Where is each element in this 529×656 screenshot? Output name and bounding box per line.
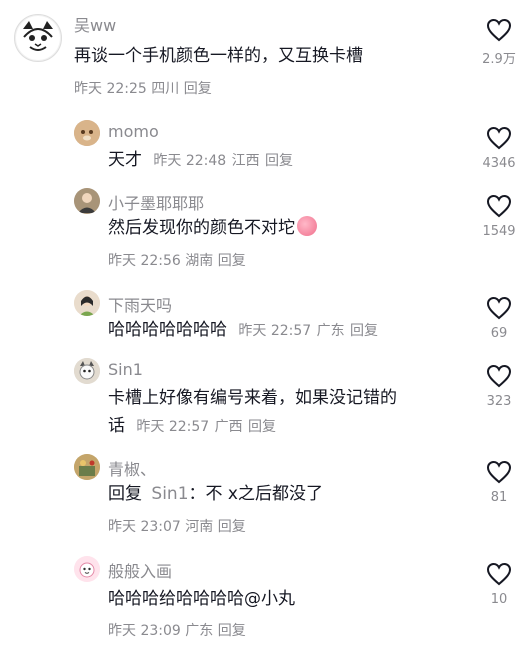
- heart-icon: [486, 126, 512, 150]
- comment-meta: 昨天 22:25 四川 回复: [74, 78, 212, 98]
- comment-location: 江西: [231, 153, 260, 169]
- comment-username[interactable]: 青椒、: [108, 456, 156, 480]
- cartoon-avatar-icon: [74, 556, 100, 582]
- comment-location: 广东: [316, 323, 345, 339]
- comment-meta: 昨天 22:56 湖南 回复: [108, 250, 246, 270]
- comment-text-line: 然后发现你的颜色不对坨: [108, 213, 317, 243]
- comment-username[interactable]: Sin1: [108, 360, 143, 379]
- reply-button[interactable]: 回复: [248, 419, 276, 435]
- like-button[interactable]: 4346: [469, 126, 529, 171]
- girl-avatar-icon: [74, 290, 100, 316]
- comment-text-line: 话 昨天 22:57 广西 回复: [108, 411, 276, 442]
- comment-text: 然后发现你的颜色不对坨: [108, 218, 295, 238]
- reply-target-username[interactable]: Sin1: [151, 484, 188, 504]
- comment-text: 话: [108, 416, 125, 436]
- heart-icon: [486, 18, 512, 42]
- reply-item: 下雨天吗 哈哈哈哈哈哈哈 昨天 22:57 广东 回复 69: [0, 284, 529, 352]
- comment-time: 昨天 23:09: [108, 623, 181, 639]
- avatar[interactable]: [74, 454, 100, 480]
- reply-button[interactable]: 回复: [218, 253, 246, 269]
- comment-text-line: 天才 昨天 22:48 江西 回复: [108, 145, 293, 176]
- comment-meta: 昨天 23:07 河南 回复: [108, 516, 246, 536]
- comment-location: 广东: [185, 623, 214, 639]
- reply-prefix: 回复: [108, 484, 142, 504]
- photo-avatar-icon: [74, 454, 100, 480]
- reply-item: 小子墨耶耶耶 然后发现你的颜色不对坨 昨天 22:56 湖南 回复 1549: [0, 178, 529, 284]
- comment-username[interactable]: 下雨天吗: [108, 292, 172, 316]
- comment-username[interactable]: 小子墨耶耶耶: [108, 190, 204, 214]
- comment-text: 再谈一个手机颜色一样的，又互换卡槽: [74, 46, 363, 66]
- avatar[interactable]: [74, 358, 100, 384]
- like-count: 2.9万: [482, 52, 516, 67]
- heart-icon: [486, 194, 512, 218]
- person-avatar-icon: [74, 188, 100, 214]
- like-count: 10: [490, 592, 508, 607]
- cat-avatar-icon: [74, 120, 100, 146]
- like-button[interactable]: 2.9万: [469, 18, 529, 67]
- like-count: 81: [490, 490, 508, 505]
- comment-text-line: 哈哈哈哈哈哈哈 昨天 22:57 广东 回复: [108, 315, 378, 346]
- crying-emoji-icon: [297, 216, 317, 236]
- comment-meta: 昨天 23:09 广东 回复: [108, 620, 246, 640]
- reply-item: 般般入画 哈哈哈给哈哈哈哈@小丸 昨天 23:09 广东 回复 10: [0, 548, 529, 656]
- comment-text: 哈哈哈哈哈哈哈: [108, 320, 227, 340]
- comment-text: 卡槽上好像有编号来着，如果没记错的: [108, 388, 397, 408]
- reply-button[interactable]: 回复: [218, 519, 246, 535]
- cat-avatar-icon: [74, 358, 100, 384]
- reply-button[interactable]: 回复: [265, 153, 293, 169]
- comment-time: 昨天 22:48: [153, 153, 227, 169]
- like-count: 1549: [482, 224, 516, 239]
- reply-item: Sin1 卡槽上好像有编号来着，如果没记错的 话 昨天 22:57 广西 回复 …: [0, 352, 529, 448]
- comment-location: 广西: [214, 419, 243, 435]
- like-button[interactable]: 10: [469, 562, 529, 607]
- reply-button[interactable]: 回复: [218, 623, 246, 639]
- comment-time: 昨天 22:56: [108, 253, 181, 269]
- avatar[interactable]: [74, 290, 100, 316]
- comment-username[interactable]: 吴ww: [74, 12, 116, 36]
- avatar[interactable]: [74, 188, 100, 214]
- like-button[interactable]: 323: [469, 364, 529, 409]
- comment-username[interactable]: momo: [108, 122, 159, 141]
- like-button[interactable]: 69: [469, 296, 529, 341]
- comment-location: 四川: [151, 81, 180, 97]
- reply-button[interactable]: 回复: [184, 81, 212, 97]
- comment-text: 哈哈哈给哈哈哈哈@小丸: [108, 589, 295, 609]
- comment-location: 河南: [185, 519, 214, 535]
- reply-button[interactable]: 回复: [350, 323, 378, 339]
- heart-icon: [486, 364, 512, 388]
- comment-time: 昨天 22:57: [238, 323, 312, 339]
- cartoon-tiger-avatar-icon: [16, 16, 60, 60]
- comment-text-line: 回复 Sin1：不 x之后都没了: [108, 479, 323, 509]
- avatar[interactable]: [74, 556, 100, 582]
- like-button[interactable]: 1549: [469, 194, 529, 239]
- comment-time: 昨天 22:57: [136, 419, 210, 435]
- heart-icon: [486, 460, 512, 484]
- like-count: 323: [486, 394, 512, 409]
- like-count: 69: [490, 326, 508, 341]
- comment-text: 天才: [108, 150, 142, 170]
- comment-text: ：不 x之后都没了: [188, 484, 323, 504]
- comment-item: 吴ww 再谈一个手机颜色一样的，又互换卡槽 昨天 22:25 四川 回复 2.9…: [0, 0, 529, 110]
- reply-item: 青椒、 回复 Sin1：不 x之后都没了 昨天 23:07 河南 回复 81: [0, 448, 529, 548]
- avatar[interactable]: [14, 14, 62, 62]
- reply-item: momo 天才 昨天 22:48 江西 回复 4346: [0, 110, 529, 178]
- like-count: 4346: [482, 156, 516, 171]
- heart-icon: [486, 296, 512, 320]
- heart-icon: [486, 562, 512, 586]
- avatar[interactable]: [74, 120, 100, 146]
- comment-username[interactable]: 般般入画: [108, 558, 172, 582]
- like-button[interactable]: 81: [469, 460, 529, 505]
- comment-time: 昨天 23:07: [108, 519, 181, 535]
- comment-time: 昨天 22:25: [74, 81, 147, 97]
- comment-location: 湖南: [185, 253, 214, 269]
